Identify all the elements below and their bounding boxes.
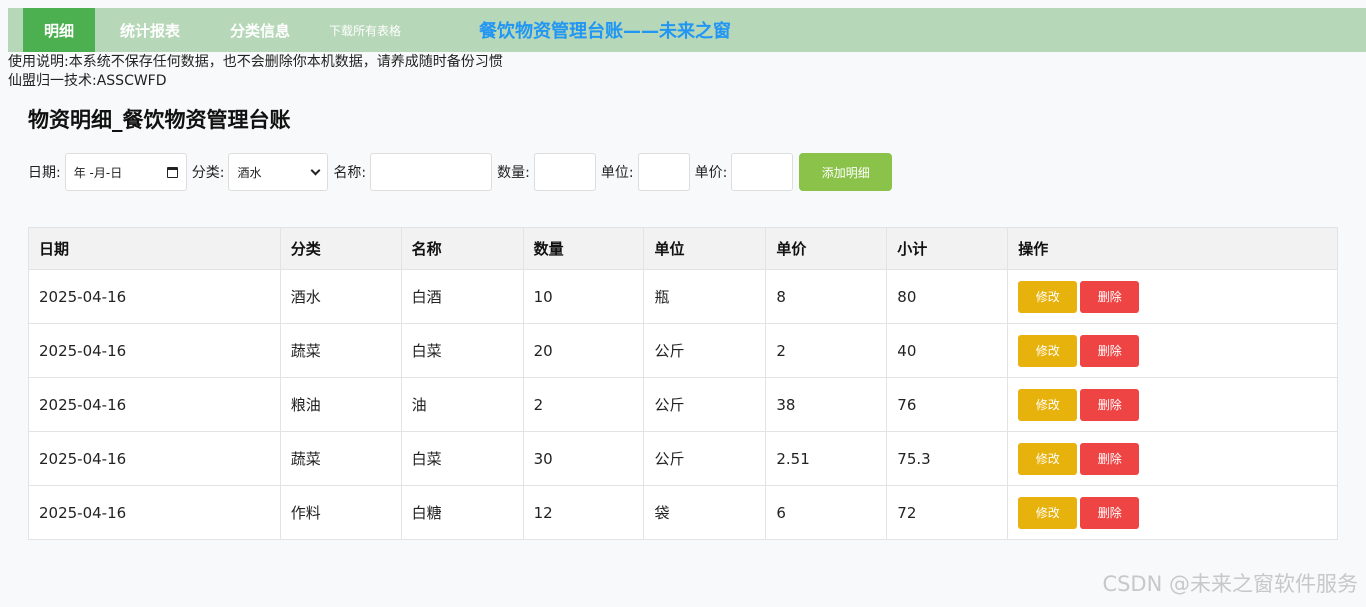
- date-input[interactable]: 年 -月-日: [64, 153, 187, 191]
- table-row: 2025-04-16 蔬菜 白菜 20 公斤 2 40 修改 删除: [28, 323, 1338, 378]
- add-item-button[interactable]: 添加明细: [799, 153, 893, 191]
- cell-subtotal: 40: [886, 323, 1009, 378]
- cell-subtotal: 76: [886, 377, 1009, 432]
- notice-line-usage: 使用说明:本系统不保存任何数据，也不会删除你本机数据，请养成随时备份习惯: [8, 54, 503, 70]
- header-subtotal: 小计: [886, 227, 1009, 270]
- cell-name: 白糖: [400, 485, 524, 540]
- header-date: 日期: [28, 227, 281, 270]
- top-nav: 明细 统计报表 分类信息 下载所有表格 餐饮物资管理台账——未来之窗: [8, 8, 1366, 52]
- cell-date: 2025-04-16: [28, 323, 281, 378]
- cell-unit: 公斤: [643, 377, 767, 432]
- delete-button[interactable]: 删除: [1080, 496, 1140, 529]
- price-label: 单价:: [694, 165, 728, 181]
- edit-button[interactable]: 修改: [1018, 496, 1078, 529]
- cell-actions: 修改 删除: [1007, 377, 1338, 432]
- cell-unit: 公斤: [643, 323, 767, 378]
- table-row: 2025-04-16 粮油 油 2 公斤 38 76 修改 删除: [28, 377, 1338, 432]
- name-label: 名称:: [333, 165, 367, 181]
- delete-button[interactable]: 删除: [1080, 442, 1140, 475]
- cell-actions: 修改 删除: [1007, 485, 1338, 540]
- cell-date: 2025-04-16: [28, 377, 281, 432]
- table-row: 2025-04-16 作料 白糖 12 袋 6 72 修改 删除: [28, 485, 1338, 540]
- category-select[interactable]: 酒水: [228, 153, 329, 191]
- page-title: 物资明细_餐饮物资管理台账: [28, 108, 291, 132]
- cell-category: 作料: [279, 485, 402, 540]
- date-placeholder: 年 -月-日: [73, 165, 123, 180]
- cell-date: 2025-04-16: [28, 485, 281, 540]
- tab-detail[interactable]: 明细: [23, 8, 95, 52]
- header-actions: 操作: [1007, 227, 1338, 270]
- unit-label: 单位:: [600, 165, 634, 181]
- cell-subtotal: 75.3: [886, 431, 1009, 486]
- cell-price: 6: [765, 485, 888, 540]
- cell-unit: 袋: [643, 485, 767, 540]
- cell-date: 2025-04-16: [28, 269, 281, 324]
- header-unit: 单位: [643, 227, 767, 270]
- calendar-icon[interactable]: [166, 166, 178, 178]
- cell-actions: 修改 删除: [1007, 269, 1338, 324]
- cell-price: 2: [765, 323, 888, 378]
- edit-button[interactable]: 修改: [1018, 388, 1078, 421]
- date-label: 日期:: [28, 165, 61, 181]
- csdn-watermark: CSDN @未来之窗软件服务: [1102, 572, 1358, 596]
- table-row: 2025-04-16 蔬菜 白菜 30 公斤 2.51 75.3 修改 删除: [28, 431, 1338, 486]
- header-name: 名称: [400, 227, 524, 270]
- cell-price: 2.51: [765, 431, 888, 486]
- cell-quantity: 30: [522, 431, 645, 486]
- category-selected-value: 酒水: [237, 165, 262, 180]
- quantity-label: 数量:: [497, 165, 530, 181]
- cell-date: 2025-04-16: [28, 431, 281, 486]
- add-item-form: 日期: 年 -月-日 分类: 酒水 名称: 数量: 单位: 单价: 添加明细: [28, 153, 893, 191]
- unit-input[interactable]: [637, 153, 690, 191]
- cell-unit: 公斤: [643, 431, 767, 486]
- cell-price: 8: [765, 269, 888, 324]
- edit-button[interactable]: 修改: [1018, 280, 1078, 313]
- cell-price: 38: [765, 377, 888, 432]
- table-header-row: 日期 分类 名称 数量 单位 单价 小计 操作: [28, 227, 1338, 270]
- cell-name: 白菜: [400, 323, 524, 378]
- items-table: 日期 分类 名称 数量 单位 单价 小计 操作 2025-04-16 酒水 白酒…: [28, 227, 1338, 540]
- cell-actions: 修改 删除: [1007, 323, 1338, 378]
- tab-categories[interactable]: 分类信息: [205, 8, 315, 52]
- header-price: 单价: [765, 227, 888, 270]
- table-row: 2025-04-16 酒水 白酒 10 瓶 8 80 修改 删除: [28, 269, 1338, 324]
- category-label: 分类:: [191, 165, 225, 181]
- cell-category: 粮油: [279, 377, 402, 432]
- cell-name: 油: [400, 377, 524, 432]
- cell-category: 蔬菜: [279, 431, 402, 486]
- cell-actions: 修改 删除: [1007, 431, 1338, 486]
- cell-name: 白酒: [400, 269, 524, 324]
- cell-unit: 瓶: [643, 269, 767, 324]
- cell-category: 蔬菜: [279, 323, 402, 378]
- cell-quantity: 12: [522, 485, 645, 540]
- name-input[interactable]: [370, 153, 493, 191]
- edit-button[interactable]: 修改: [1018, 334, 1078, 367]
- quantity-input[interactable]: [533, 153, 596, 191]
- cell-subtotal: 72: [886, 485, 1009, 540]
- cell-name: 白菜: [400, 431, 524, 486]
- cell-subtotal: 80: [886, 269, 1009, 324]
- edit-button[interactable]: 修改: [1018, 442, 1078, 475]
- delete-button[interactable]: 删除: [1080, 334, 1140, 367]
- tab-statistics[interactable]: 统计报表: [95, 8, 205, 52]
- delete-button[interactable]: 删除: [1080, 280, 1140, 313]
- header-category: 分类: [279, 227, 402, 270]
- download-all-tables-link[interactable]: 下载所有表格: [315, 8, 415, 52]
- usage-notice: 使用说明:本系统不保存任何数据，也不会删除你本机数据，请养成随时备份习惯 仙盟归…: [8, 53, 503, 91]
- cell-quantity: 20: [522, 323, 645, 378]
- cell-category: 酒水: [279, 269, 402, 324]
- cell-quantity: 10: [522, 269, 645, 324]
- price-input[interactable]: [731, 153, 794, 191]
- app-title: 餐饮物资管理台账——未来之窗: [479, 21, 731, 42]
- cell-quantity: 2: [522, 377, 645, 432]
- notice-line-tech: 仙盟归一技术:ASSCWFD: [8, 73, 167, 89]
- delete-button[interactable]: 删除: [1080, 388, 1140, 421]
- chevron-down-icon: [310, 165, 321, 175]
- header-quantity: 数量: [522, 227, 645, 270]
